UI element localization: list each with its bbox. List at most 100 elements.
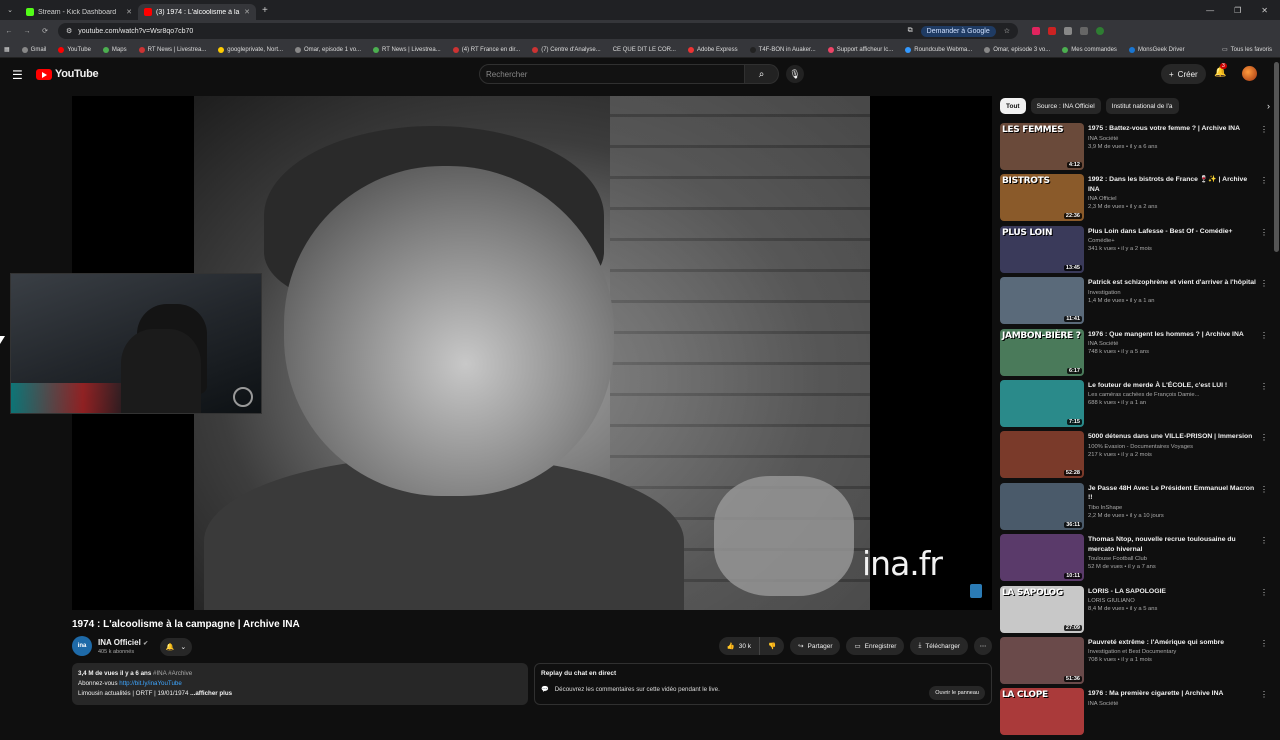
channel-watermark-icon[interactable]	[970, 584, 982, 598]
recommendation-item[interactable]: 10:11 Thomas Ntop, nouvelle recrue toulo…	[1000, 534, 1272, 585]
bookmark-item[interactable]: CE QUE DIT LE COR...	[613, 47, 676, 53]
create-button[interactable]: + Créer	[1161, 64, 1206, 84]
install-icon[interactable]: ⧉	[908, 27, 913, 35]
recommendation-item[interactable]: 11:41 Patrick est schizophrène et vient …	[1000, 277, 1272, 328]
bookmark-item[interactable]: Gmail	[21, 46, 46, 53]
recommendation-item[interactable]: LA SAPOLOG 27:09 LORIS - LA SAPOLOGIE LORI…	[1000, 585, 1272, 637]
video-thumbnail[interactable]: 51:36	[1000, 636, 1084, 684]
profile-icon[interactable]	[1096, 27, 1104, 35]
chip-institut[interactable]: Institut national de l'a	[1105, 98, 1179, 114]
share-button[interactable]: ↪ Partager	[790, 637, 841, 655]
more-vert-icon[interactable]: ⋮	[1260, 331, 1268, 340]
show-more-link[interactable]: ...afficher plus	[190, 690, 232, 697]
page-scrollbar[interactable]	[1274, 62, 1279, 252]
open-panel-button[interactable]: Ouvrir le panneau	[929, 686, 985, 700]
bookmark-item[interactable]: Omar, episode 3 vo...	[984, 46, 1050, 53]
more-vert-icon[interactable]: ⋮	[1260, 382, 1268, 391]
more-actions-button[interactable]: ⋯	[974, 637, 992, 655]
bookmark-item[interactable]: Roundcube Webma...	[905, 46, 972, 53]
notifications-button[interactable]: 🔔 3	[1214, 63, 1227, 78]
chip-source[interactable]: Source : INA Officiel	[1030, 98, 1101, 114]
video-thumbnail[interactable]: 52:28	[1000, 431, 1084, 479]
recommendation-item[interactable]: BISTROTS 22:36 1992 : Dans les bistrots d…	[1000, 174, 1272, 225]
recommendation-item[interactable]: PLUS LOIN 13:45 Plus Loin dans Lafesse - …	[1000, 225, 1272, 277]
menu-icon[interactable]: ☰	[12, 68, 23, 82]
description-box[interactable]: 3,4 M de vues il y a 6 ans #INA #Archive…	[72, 663, 528, 705]
recommendation-item[interactable]: JAMBON-BIÈRE ? 6:17 1976 : Que mangent le…	[1000, 328, 1272, 380]
bookmark-star-icon[interactable]: ☆	[1004, 27, 1010, 35]
back-icon[interactable]: ←	[0, 28, 18, 35]
bookmark-item[interactable]: (4) RT France en dir...	[452, 46, 520, 53]
maximize-icon[interactable]: ❐	[1234, 6, 1241, 15]
forward-icon[interactable]: →	[18, 28, 36, 35]
more-vert-icon[interactable]: ⋮	[1260, 125, 1268, 134]
close-window-icon[interactable]: ✕	[1261, 6, 1268, 15]
channel-avatar[interactable]: ina	[72, 636, 92, 656]
bookmark-item[interactable]: Adobe Express	[687, 46, 738, 53]
more-vert-icon[interactable]: ⋮	[1260, 639, 1268, 648]
more-vert-icon[interactable]: ⋮	[1260, 588, 1268, 597]
reload-icon[interactable]: ⟳	[36, 27, 54, 35]
channel-name[interactable]: INA Officiel ✔	[98, 638, 148, 647]
download-button[interactable]: ⤓ Télécharger	[910, 637, 968, 655]
bookmark-item[interactable]: Maps	[102, 46, 127, 53]
recommendation-item[interactable]: 7:15 Le fouteur de merde À L'ÉCOLE, c'es…	[1000, 379, 1272, 431]
account-avatar[interactable]	[1242, 66, 1257, 81]
chevron-right-icon[interactable]: ›	[1267, 101, 1270, 111]
like-button[interactable]: 👍 30 k	[719, 637, 760, 655]
tab-search-icon[interactable]: ⌄	[0, 6, 20, 14]
bookmark-item[interactable]: RT News | Livestrea...	[138, 46, 206, 53]
video-thumbnail[interactable]: JAMBON-BIÈRE ? 6:17	[1000, 328, 1084, 376]
save-button[interactable]: ▭ Enregistrer	[846, 637, 905, 655]
subscribed-bell-button[interactable]: 🔔 ⌄	[160, 638, 192, 656]
all-bookmarks[interactable]: ▭ Tous les favoris	[1222, 46, 1280, 54]
address-bar[interactable]: ⚙ youtube.com/watch?v=Wsr8qo7cb70 ⧉ Dema…	[58, 23, 1018, 39]
browser-tab-youtube[interactable]: (3) 1974 : L'alcoolisme à la ca... ✕	[138, 4, 256, 20]
search-button[interactable]: ⌕	[745, 64, 779, 84]
bookmark-item[interactable]: googleprivate, Nort...	[218, 46, 283, 53]
video-thumbnail[interactable]: PLUS LOIN 13:45	[1000, 225, 1084, 273]
video-thumbnail[interactable]: LA SAPOLOG 27:09	[1000, 585, 1084, 633]
more-vert-icon[interactable]: ⋮	[1260, 433, 1268, 442]
bookmark-item[interactable]: MonsGeek Driver	[1128, 46, 1185, 53]
recommendation-item[interactable]: 36:11 Je Passe 48H Avec Le Président Emm…	[1000, 482, 1272, 534]
extension-icon[interactable]	[1048, 27, 1056, 35]
apps-icon[interactable]: ▦	[4, 46, 10, 53]
bookmark-item[interactable]: YouTube	[58, 46, 91, 53]
video-thumbnail[interactable]: BISTROTS 22:36	[1000, 174, 1084, 222]
video-thumbnail[interactable]: 11:41	[1000, 277, 1084, 325]
more-vert-icon[interactable]: ⋮	[1260, 536, 1268, 545]
bookmark-item[interactable]: (7) Centre d'Analyse...	[532, 46, 601, 53]
extension-icon[interactable]	[1080, 27, 1088, 35]
video-thumbnail[interactable]: 10:11	[1000, 534, 1084, 582]
video-thumbnail[interactable]: 7:15	[1000, 379, 1084, 427]
youtube-logo[interactable]: YouTube	[36, 68, 99, 80]
video-thumbnail[interactable]: LES FEMMES 4:12	[1000, 123, 1084, 170]
ask-google-button[interactable]: Demander à Google	[920, 25, 996, 37]
bookmark-item[interactable]: Omar, episode 1 vo...	[295, 46, 361, 53]
more-vert-icon[interactable]: ⋮	[1260, 485, 1268, 494]
site-info-icon[interactable]: ⚙	[66, 27, 72, 35]
recommendation-item[interactable]: 52:28 5000 détenus dans une VILLE-PRISON…	[1000, 431, 1272, 482]
bookmark-item[interactable]: RT News | Livestrea...	[373, 46, 441, 53]
voice-search-button[interactable]: 🎙	[786, 65, 804, 83]
more-vert-icon[interactable]: ⋮	[1260, 176, 1268, 185]
more-vert-icon[interactable]: ⋮	[1260, 228, 1268, 237]
dislike-button[interactable]: 👎	[760, 637, 784, 655]
search-input[interactable]	[479, 64, 745, 84]
chip-all[interactable]: Tout	[1000, 98, 1026, 114]
extension-icon[interactable]	[1064, 27, 1072, 35]
video-thumbnail[interactable]: LA CLOPE	[1000, 688, 1084, 736]
bookmark-item[interactable]: Support afficheur lc...	[827, 46, 893, 53]
more-vert-icon[interactable]: ⋮	[1260, 279, 1268, 288]
close-tab-icon[interactable]: ✕	[126, 8, 132, 16]
subscribe-link[interactable]: http://bit.ly/inaYouTube	[119, 680, 182, 687]
new-tab-button[interactable]: +	[262, 5, 268, 16]
close-tab-icon[interactable]: ✕	[244, 8, 250, 16]
bookmark-item[interactable]: Mes commandes	[1062, 46, 1117, 53]
recommendation-item[interactable]: LA CLOPE 1976 : Ma première cigarette | …	[1000, 688, 1272, 739]
minimize-icon[interactable]: —	[1206, 6, 1214, 15]
extension-icon[interactable]	[1032, 27, 1040, 35]
browser-tab-kick[interactable]: Stream - Kick Dashboard ✕	[20, 4, 138, 20]
more-vert-icon[interactable]: ⋮	[1260, 690, 1268, 699]
